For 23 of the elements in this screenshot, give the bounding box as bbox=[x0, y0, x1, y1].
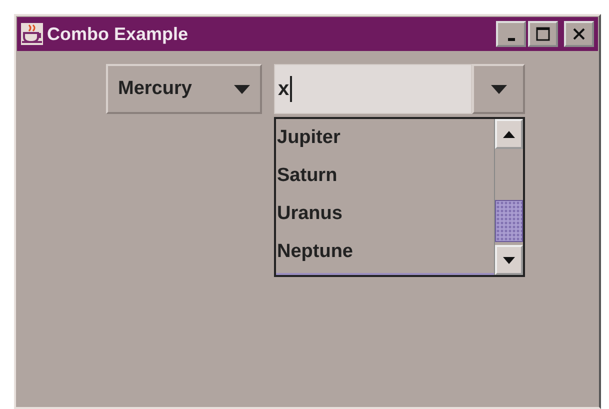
scroll-down-button[interactable] bbox=[495, 245, 523, 275]
maximize-icon bbox=[536, 27, 550, 41]
minimize-icon bbox=[508, 38, 514, 40]
dropdown-button[interactable] bbox=[472, 64, 525, 114]
list-item[interactable]: Neptune bbox=[276, 233, 494, 271]
minimize-button[interactable] bbox=[496, 21, 526, 47]
scroll-thumb[interactable] bbox=[495, 200, 523, 242]
window-title: Combo Example bbox=[47, 24, 190, 44]
coffee-cup-icon bbox=[21, 23, 43, 45]
up-arrow-icon bbox=[503, 130, 515, 138]
close-icon bbox=[572, 27, 586, 41]
maximize-button[interactable] bbox=[528, 21, 558, 47]
text-field[interactable]: x bbox=[274, 64, 472, 114]
list-item[interactable]: Jupiter bbox=[276, 119, 494, 157]
close-button[interactable] bbox=[564, 21, 594, 47]
caret-icon bbox=[234, 84, 250, 94]
list-item[interactable]: Uranus bbox=[276, 195, 494, 233]
down-arrow-icon bbox=[503, 256, 515, 264]
caret-icon bbox=[490, 84, 506, 94]
scrollbar[interactable] bbox=[494, 119, 523, 275]
scroll-up-button[interactable] bbox=[495, 119, 523, 149]
list-item[interactable]: Saturn bbox=[276, 157, 494, 195]
planet-dropdown[interactable]: Mercury bbox=[106, 64, 262, 114]
